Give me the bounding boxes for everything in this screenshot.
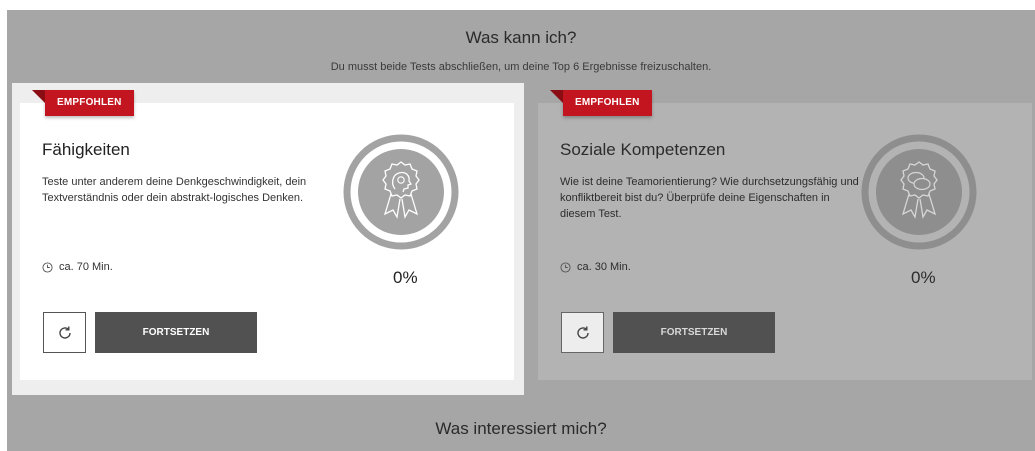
chat-bubbles-award-icon [861, 134, 977, 250]
card-description: Wie ist deine Teamorientierung? Wie durc… [560, 176, 859, 220]
section-title-interests: Was interessiert mich? [435, 419, 607, 438]
recommended-ribbon: EMPFOHLEN [32, 90, 134, 116]
reload-icon [58, 326, 71, 339]
restart-button[interactable] [43, 312, 86, 353]
section-title-abilities: Was kann ich? [465, 28, 577, 47]
duration-row: ca. 70 Min. [42, 261, 113, 273]
duration-text: ca. 30 Min. [577, 261, 631, 273]
duration-text: ca. 70 Min. [59, 261, 113, 273]
progress-percent: 0% [393, 268, 418, 287]
card-description: Teste unter anderem deine Denkgeschwindi… [42, 176, 307, 204]
duration-row: ca. 30 Min. [560, 261, 631, 273]
test-card-social-skills[interactable]: EMPFOHLEN Soziale Kompetenzen Wie ist de… [538, 90, 1032, 380]
overlay-backdrop: Was kann ich? Du musst beide Tests absch… [7, 10, 1035, 451]
progress-percent: 0% [911, 268, 936, 287]
continue-button[interactable]: FORTSETZEN [95, 312, 257, 353]
head-gear-award-icon [343, 134, 459, 250]
card-title: Soziale Kompetenzen [560, 140, 726, 159]
reload-icon [576, 326, 589, 339]
restart-button[interactable] [561, 312, 604, 353]
recommended-ribbon: EMPFOHLEN [550, 90, 652, 116]
test-card-abilities[interactable]: EMPFOHLEN Fähigkeiten Teste unter andere… [20, 90, 514, 380]
continue-button[interactable]: FORTSETZEN [613, 312, 775, 353]
section-subtitle: Du musst beide Tests abschließen, um dei… [330, 61, 712, 73]
clock-icon [560, 261, 571, 273]
clock-icon [42, 261, 53, 273]
card-title: Fähigkeiten [42, 140, 130, 159]
